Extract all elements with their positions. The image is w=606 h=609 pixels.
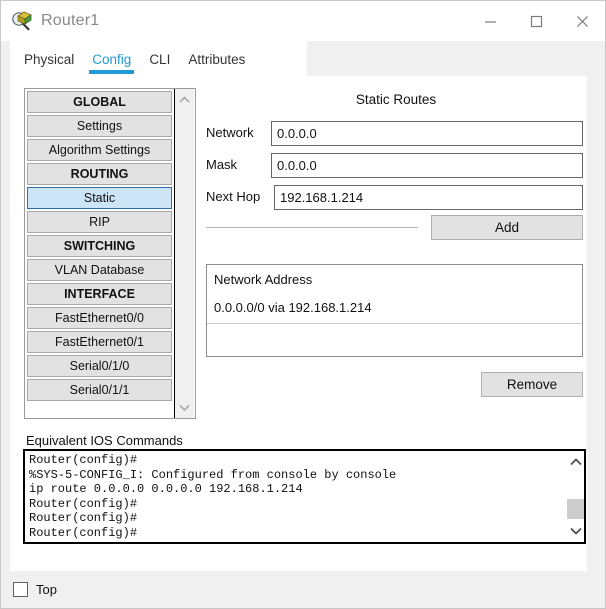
routes-list-header: Network Address — [214, 272, 313, 287]
ios-scrollbar[interactable] — [565, 451, 584, 542]
remove-route-button[interactable]: Remove — [481, 372, 583, 397]
router-inspect-icon — [11, 10, 33, 32]
top-checkbox-label: Top — [36, 582, 57, 597]
ios-commands-text: Router(config)# %SYS-5-CONFIG_I: Configu… — [29, 453, 397, 540]
config-content-panel: GLOBAL Settings Algorithm Settings ROUTI… — [10, 76, 587, 571]
sidebar-item-global: GLOBAL — [27, 91, 172, 113]
next-hop-field-row: Next Hop — [206, 185, 583, 210]
window-title: Router1 — [41, 12, 100, 29]
sidebar-item-switching: SWITCHING — [27, 235, 172, 257]
routes-list-box[interactable]: Network Address 0.0.0.0/0 via 192.168.1.… — [206, 264, 583, 357]
sidebar-item-fastethernet0-1[interactable]: FastEthernet0/1 — [27, 331, 172, 353]
window-titlebar: Router1 — [1, 1, 605, 41]
window-bottom-bar: Top — [1, 571, 605, 608]
ios-commands-label: Equivalent IOS Commands — [26, 433, 183, 448]
network-input[interactable] — [271, 121, 583, 146]
sidebar-item-vlan-database[interactable]: VLAN Database — [27, 259, 172, 281]
tab-cli[interactable]: CLI — [149, 52, 170, 76]
chevron-down-icon[interactable] — [566, 522, 585, 540]
list-item[interactable]: 0.0.0.0/0 via 192.168.1.214 — [207, 294, 582, 324]
sidebar-item-algorithm-settings[interactable]: Algorithm Settings — [27, 139, 172, 161]
tab-physical[interactable]: Physical — [24, 52, 74, 76]
top-checkbox[interactable] — [13, 582, 28, 597]
router-config-window: Router1 Physical Config CLI Attributes G… — [0, 0, 606, 609]
chevron-up-icon[interactable] — [566, 453, 585, 471]
sidebar-item-settings[interactable]: Settings — [27, 115, 172, 137]
add-route-button[interactable]: Add — [431, 215, 583, 240]
ios-scrollbar-thumb[interactable] — [567, 499, 584, 519]
config-sidebar-list[interactable]: GLOBAL Settings Algorithm Settings ROUTI… — [25, 89, 175, 418]
close-button[interactable] — [559, 1, 605, 41]
chevron-up-icon[interactable] — [175, 91, 194, 108]
sidebar-item-fastethernet0-0[interactable]: FastEthernet0/0 — [27, 307, 172, 329]
next-hop-input[interactable] — [274, 185, 583, 210]
next-hop-label: Next Hop — [206, 189, 261, 204]
tab-config[interactable]: Config — [89, 52, 135, 76]
sidebar-item-interface: INTERFACE — [27, 283, 172, 305]
static-routes-title: Static Routes — [355, 92, 437, 107]
network-field-row: Network — [206, 121, 583, 146]
sidebar-item-routing: ROUTING — [27, 163, 172, 185]
chevron-down-icon[interactable] — [175, 399, 194, 416]
tab-bar: Physical Config CLI Attributes — [10, 41, 307, 76]
sidebar-item-serial0-1-0[interactable]: Serial0/1/0 — [27, 355, 172, 377]
mask-label: Mask — [206, 157, 238, 172]
config-sidebar: GLOBAL Settings Algorithm Settings ROUTI… — [24, 88, 196, 419]
sidebar-item-rip[interactable]: RIP — [27, 211, 172, 233]
sidebar-item-serial0-1-1[interactable]: Serial0/1/1 — [27, 379, 172, 401]
network-label: Network — [206, 125, 254, 140]
tab-attributes[interactable]: Attributes — [188, 52, 245, 76]
mask-input[interactable] — [271, 153, 583, 178]
maximize-button[interactable] — [513, 1, 559, 41]
mask-field-row: Mask — [206, 153, 583, 178]
sidebar-scrollbar[interactable] — [175, 89, 194, 418]
ios-commands-box: Router(config)# %SYS-5-CONFIG_I: Configu… — [23, 449, 586, 544]
minimize-button[interactable] — [467, 1, 513, 41]
sidebar-item-static[interactable]: Static — [27, 187, 172, 209]
form-divider — [206, 227, 418, 228]
window-controls — [467, 1, 605, 41]
